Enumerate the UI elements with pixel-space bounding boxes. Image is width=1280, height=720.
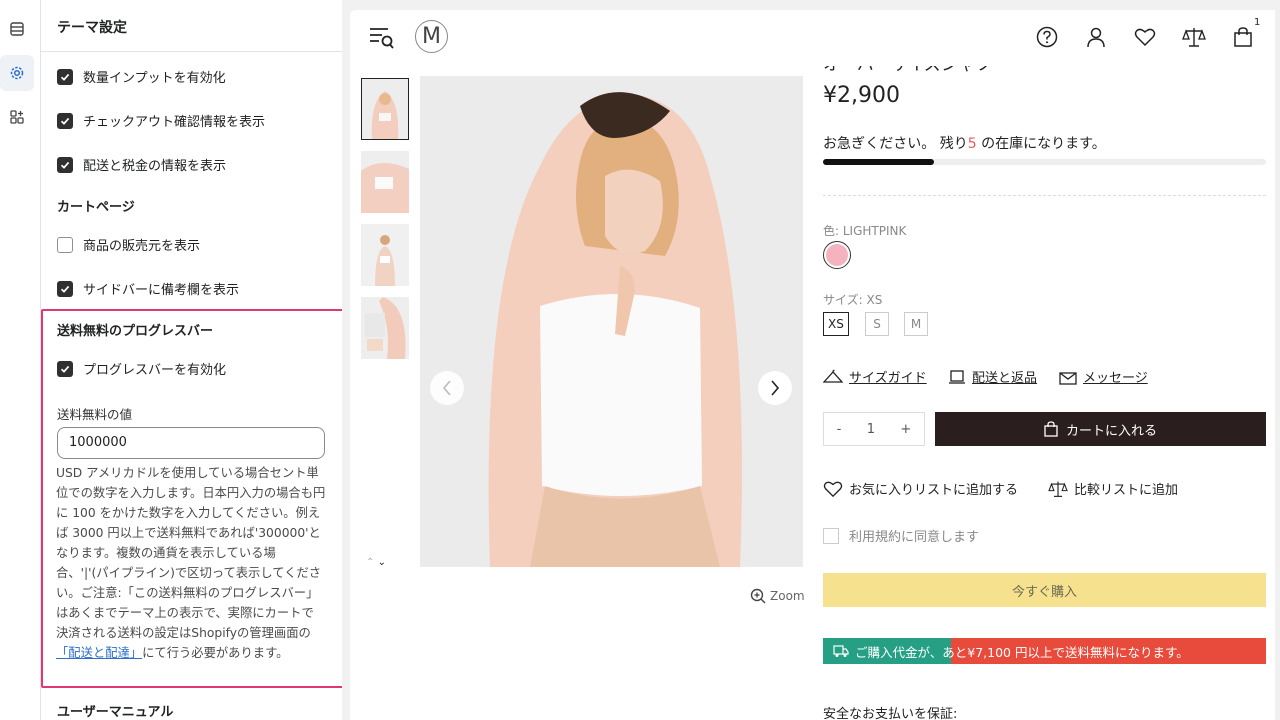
thumbnail-2[interactable] xyxy=(361,151,409,213)
checkbox-checked[interactable] xyxy=(57,156,73,173)
terms-checkbox[interactable] xyxy=(823,527,839,544)
highlight-box xyxy=(41,309,348,688)
mail-icon xyxy=(1059,371,1077,385)
stock-message: お急ぎください。 残り5 の在庫になります。 xyxy=(823,133,1106,153)
cart-section-title: カートページ xyxy=(57,200,135,215)
cart-bag-icon[interactable] xyxy=(1230,24,1256,50)
add-to-cart-label: カートに入れる xyxy=(1065,423,1157,439)
hanger-icon xyxy=(823,369,843,383)
next-image-button[interactable] xyxy=(758,371,792,405)
free-shipping-text: ご購入代金が、あと¥7,100 円以上で送料無料になります。 xyxy=(855,644,1189,660)
zoom-button[interactable]: Zoom xyxy=(750,588,805,604)
checkbox-checked[interactable] xyxy=(57,68,73,85)
size-option-xs[interactable]: XS xyxy=(823,312,849,336)
qty-minus[interactable]: - xyxy=(837,422,842,437)
add-wishlist-link[interactable]: お気に入りリストに追加する xyxy=(823,479,1018,498)
menu-search-icon[interactable] xyxy=(368,24,394,50)
option-vendor[interactable]: 商品の販売元を表示 xyxy=(57,235,200,254)
heart-icon xyxy=(823,481,843,497)
compare-scale-icon[interactable] xyxy=(1181,24,1207,50)
message-link[interactable]: メッセージ xyxy=(1059,367,1148,386)
checkbox-checked[interactable] xyxy=(57,112,73,129)
apps-icon[interactable] xyxy=(0,99,34,135)
option-checkout-info[interactable]: チェックアウト確認情報を表示 xyxy=(57,111,265,130)
product-price: ¥2,900 xyxy=(823,83,900,108)
store-header: M 1 xyxy=(350,10,1275,66)
option-label: 配送と税金の情報を表示 xyxy=(83,159,227,174)
account-icon[interactable] xyxy=(1083,24,1109,50)
prev-image-button[interactable] xyxy=(430,371,464,405)
add-compare-label: 比較リストに追加 xyxy=(1074,483,1179,498)
delivery-icon xyxy=(949,369,965,384)
qty-plus[interactable]: + xyxy=(900,422,911,437)
wishlist-heart-icon[interactable] xyxy=(1132,24,1158,50)
free-shipping-progress-bar: ご購入代金が、あと¥7,100 円以上で送料無料になります。 xyxy=(823,638,1266,664)
free-shipping-message: ご購入代金が、あと¥7,100 円以上で送料無料になります。 xyxy=(833,638,1189,664)
store-logo[interactable]: M xyxy=(415,20,448,53)
size-guide-label: サイズガイド xyxy=(849,371,927,386)
stock-text-1: お急ぎください。 残り xyxy=(823,136,968,152)
terms-checkbox-row[interactable]: 利用規約に同意します xyxy=(823,526,979,545)
qty-value[interactable]: 1 xyxy=(867,422,875,437)
zoom-icon xyxy=(750,588,766,604)
checkbox-unchecked[interactable] xyxy=(57,236,73,253)
option-label: 数量インプットを有効化 xyxy=(83,71,226,86)
settings-title: テーマ設定 xyxy=(57,20,127,36)
stock-count: 5 xyxy=(967,136,977,152)
thumbnail-3[interactable] xyxy=(361,224,409,286)
product-info: オーバーサイズシャツ ¥2,900 お急ぎください。 残り5 の在庫になります。… xyxy=(823,10,1266,720)
message-label: メッセージ xyxy=(1083,371,1148,386)
option-label: サイドバーに備考欄を表示 xyxy=(83,283,240,298)
divider xyxy=(342,0,350,720)
zoom-label: Zoom xyxy=(770,589,805,603)
quantity-stepper[interactable]: - 1 + xyxy=(823,412,925,446)
sections-icon[interactable] xyxy=(0,11,34,47)
shipping-icon xyxy=(833,645,849,657)
thumbnail-1[interactable] xyxy=(361,78,409,140)
add-to-cart-button[interactable]: カートに入れる xyxy=(935,412,1266,446)
option-label: チェックアウト確認情報を表示 xyxy=(83,115,266,130)
add-compare-link[interactable]: 比較リストに追加 xyxy=(1048,479,1178,498)
cart-count: 1 xyxy=(1254,17,1261,28)
option-shipping-tax[interactable]: 配送と税金の情報を表示 xyxy=(57,155,226,174)
buy-now-button[interactable]: 今すぐ購入 xyxy=(823,573,1266,607)
stock-text-2: の在庫になります。 xyxy=(976,136,1106,152)
shipping-returns-label: 配送と返品 xyxy=(972,371,1038,386)
divider xyxy=(823,195,1266,196)
size-label: サイズ: XS xyxy=(823,293,883,307)
color-swatch[interactable] xyxy=(823,241,851,269)
terms-label: 利用規約に同意します xyxy=(849,530,980,545)
add-wishlist-label: お気に入りリストに追加する xyxy=(849,483,1019,498)
swatch-fill xyxy=(826,244,848,266)
option-sidebar-notes[interactable]: サイドバーに備考欄を表示 xyxy=(57,279,239,298)
bag-icon xyxy=(1044,421,1058,437)
option-label: 商品の販売元を表示 xyxy=(83,239,201,254)
settings-header: テーマ設定 xyxy=(41,0,342,52)
option-qty-input[interactable]: 数量インプットを有効化 xyxy=(57,67,226,86)
help-icon[interactable] xyxy=(1034,24,1060,50)
size-option-s[interactable]: S xyxy=(865,312,889,336)
thumbnail-4[interactable] xyxy=(361,297,409,359)
model-illustration xyxy=(420,76,803,567)
size-option-m[interactable]: M xyxy=(904,312,928,336)
shipping-returns-link[interactable]: 配送と返品 xyxy=(948,367,1037,386)
thumb-nav-arrows[interactable]: ⌃ ⌄ xyxy=(366,557,386,568)
color-label: 色: LIGHTPINK xyxy=(823,224,907,238)
size-guide-link[interactable]: サイズガイド xyxy=(823,367,927,386)
scale-icon xyxy=(1048,481,1068,497)
checkbox-checked[interactable] xyxy=(57,280,73,297)
gear-icon[interactable] xyxy=(0,55,34,91)
product-main-image[interactable] xyxy=(420,76,803,567)
store-preview: M 1 ⌃ ⌄ Zoom ¥2,900 お急ぎください。 残り5 の在庫になりま… xyxy=(350,10,1275,720)
icon-rail xyxy=(0,0,41,720)
next-section-title: ユーザーマニュアル xyxy=(57,705,174,720)
stock-progress-bar xyxy=(823,159,1266,165)
stock-progress-fill xyxy=(823,159,934,165)
secure-payment-label: 安全なお支払いを保証: xyxy=(823,707,958,720)
